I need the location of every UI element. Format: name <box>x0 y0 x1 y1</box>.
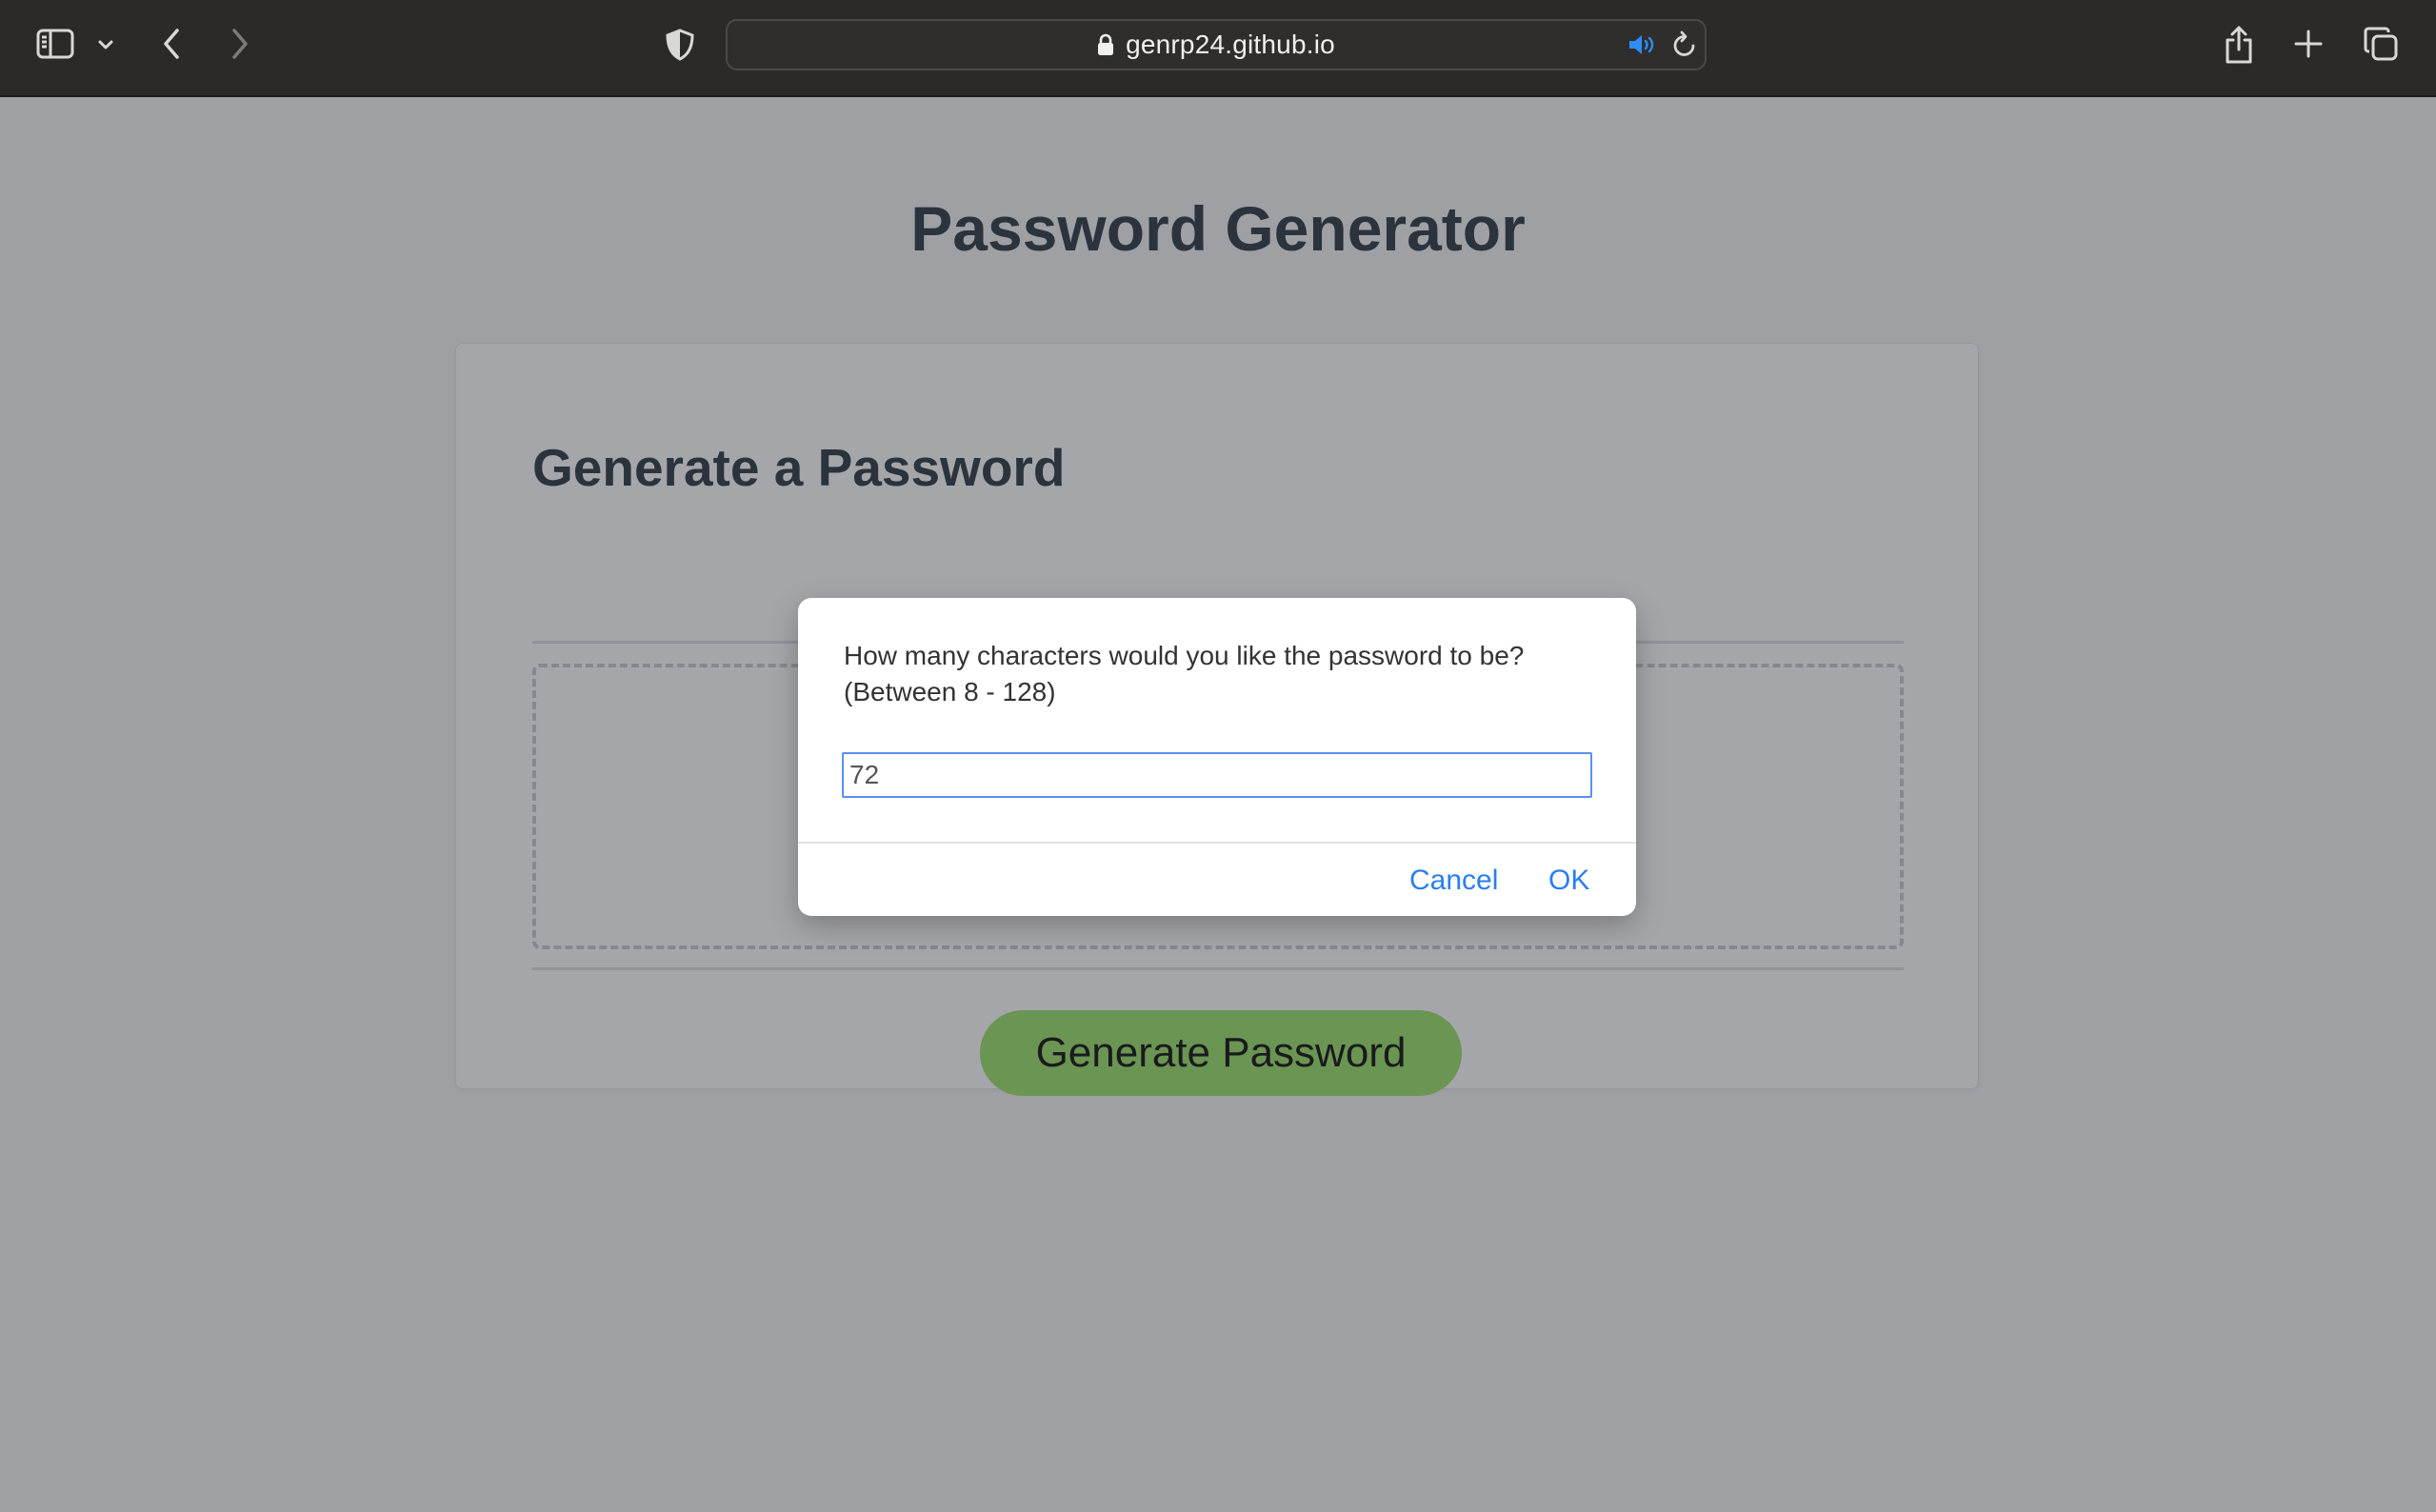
dialog-message: How many characters would you like the p… <box>844 638 1596 710</box>
url-text: genrp24.github.io <box>1126 30 1335 59</box>
forward-icon[interactable] <box>225 25 255 63</box>
share-icon[interactable] <box>2221 23 2257 67</box>
prompt-dialog: How many characters would you like the p… <box>798 598 1636 916</box>
reload-icon[interactable] <box>1670 29 1699 59</box>
ok-button[interactable]: OK <box>1548 865 1589 897</box>
cancel-button[interactable]: Cancel <box>1409 865 1498 897</box>
plus-icon[interactable] <box>2291 27 2326 61</box>
dialog-message-line-1: How many characters would you like the p… <box>844 641 1525 670</box>
shield-icon[interactable] <box>663 27 697 63</box>
back-icon[interactable] <box>156 25 187 63</box>
dialog-message-line-2: (Between 8 - 128) <box>844 677 1056 706</box>
sidebar-icon[interactable] <box>34 27 76 61</box>
address-bar[interactable]: genrp24.github.io <box>726 19 1707 70</box>
tabs-icon[interactable] <box>2362 25 2400 63</box>
chevron-down-icon[interactable] <box>93 32 118 57</box>
browser-toolbar: genrp24.github.io <box>0 0 2436 97</box>
lock-icon <box>1097 33 1114 56</box>
speaker-icon[interactable] <box>1627 30 1659 59</box>
password-length-input[interactable] <box>842 752 1592 798</box>
dialog-divider <box>798 842 1636 844</box>
